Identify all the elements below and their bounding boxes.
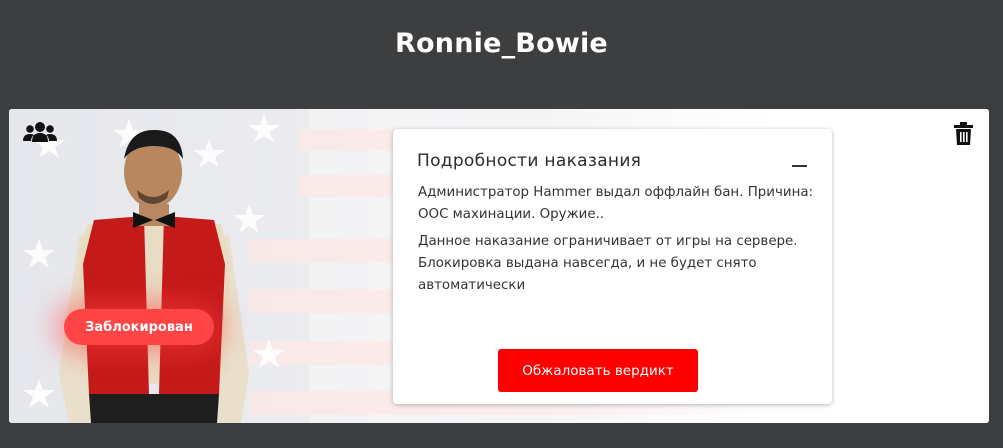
trash-icon[interactable] [953, 122, 974, 145]
punishment-details-panel: Подробности наказания Администратор Hamm… [393, 129, 832, 404]
punishment-description: Данное наказание ограничивает от игры на… [418, 234, 798, 293]
users-group-icon[interactable] [23, 121, 57, 143]
panel-title: Подробности наказания [417, 151, 642, 171]
username-title: Ronnie_Bowie [395, 28, 608, 59]
minus-icon[interactable] [792, 157, 807, 173]
status-badge: Заблокирован [64, 309, 214, 345]
character-avatar [59, 129, 249, 423]
profile-card: Заблокирован Подробности наказания Админ… [9, 109, 989, 423]
appeal-button[interactable]: Обжаловать вердикт [498, 349, 698, 392]
punishment-reason: Администратор Hammer выдал оффлайн бан. … [418, 185, 814, 222]
